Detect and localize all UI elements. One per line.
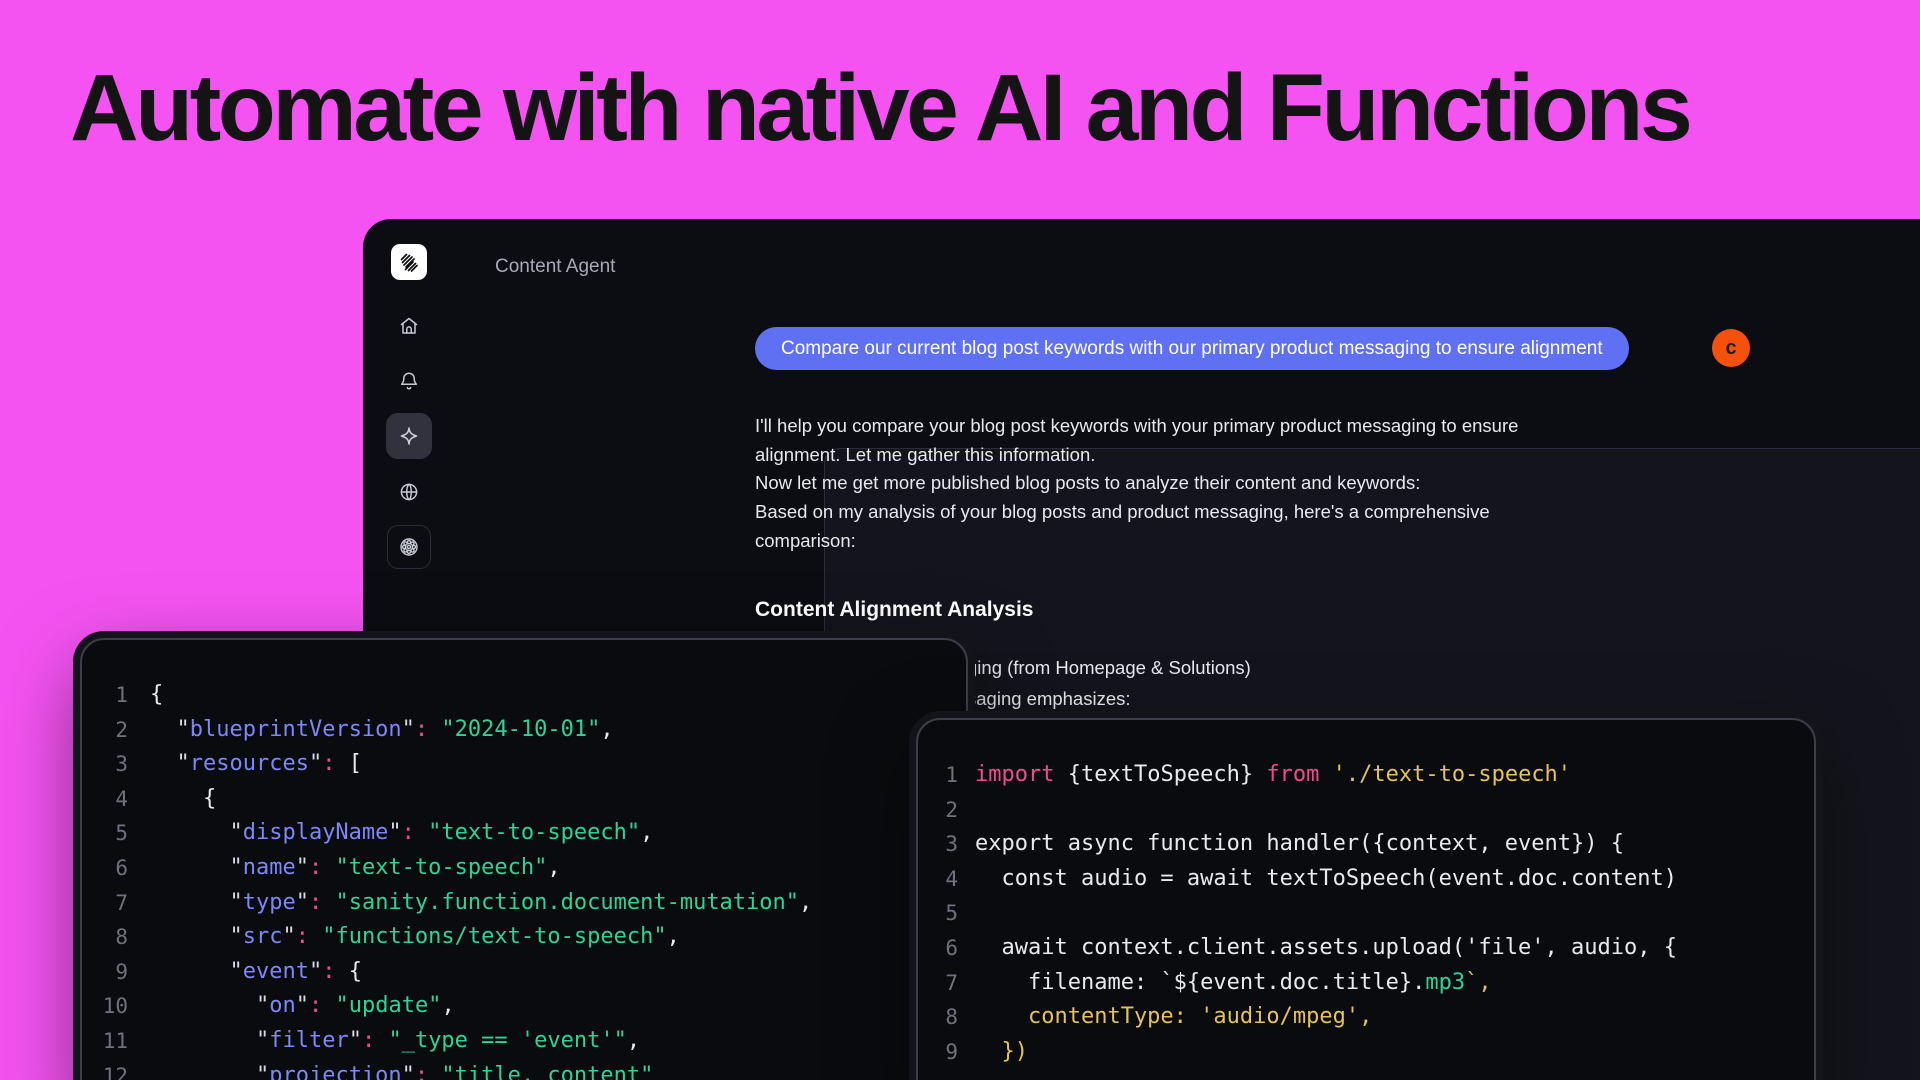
line-number: 2	[82, 713, 128, 748]
code-line: 7 filename: `${event.doc.title}.mp3`,	[918, 966, 1814, 1001]
line-number: 2	[918, 793, 958, 828]
code-text: "event": {	[150, 955, 362, 990]
code-text: "type": "sanity.function.document-mutati…	[150, 886, 812, 921]
code-text	[975, 896, 988, 931]
code-text: "displayName": "text-to-speech",	[150, 816, 653, 851]
code-line: 8 contentType: 'audio/mpeg',	[918, 1000, 1814, 1035]
line-number: 3	[82, 747, 128, 782]
line-number: 7	[82, 886, 128, 921]
user-message-text: Compare our current blog post keywords w…	[781, 338, 1603, 360]
media-reel-icon[interactable]	[387, 525, 431, 569]
bell-icon[interactable]	[386, 358, 432, 404]
line-number: 3	[918, 827, 958, 862]
line-number: 10	[82, 989, 128, 1024]
code-line: 7 "type": "sanity.function.document-muta…	[82, 886, 966, 921]
code-line: 12 "projection": "title, content"	[82, 1059, 966, 1080]
line-number: 5	[918, 896, 958, 931]
assistant-line: I'll help you compare your blog post key…	[755, 412, 1518, 441]
code-line: 10 "on": "update",	[82, 989, 966, 1024]
code-text: "filter": "_type == 'event'",	[150, 1024, 640, 1059]
code-line: 9 "event": {	[82, 955, 966, 990]
analysis-heading: Content Alignment Analysis	[755, 598, 1033, 622]
assistant-line: alignment. Let me gather this informatio…	[755, 441, 1518, 470]
user-avatar[interactable]: c	[1712, 329, 1750, 367]
clipped-text-line-2: saging emphasizes:	[967, 688, 1131, 710]
clipped-text-line-1: ging (from Homepage & Solutions)	[967, 657, 1251, 679]
code-line: 6 await context.client.assets.upload('fi…	[918, 931, 1814, 966]
code-text: "name": "text-to-speech",	[150, 851, 561, 886]
code-text: import {textToSpeech} from './text-to-sp…	[975, 758, 1571, 793]
line-number: 5	[82, 816, 128, 851]
code-line: 6 "name": "text-to-speech",	[82, 851, 966, 886]
code-line: 2	[918, 793, 1814, 828]
panel-title: Content Agent	[495, 256, 615, 278]
line-number: 12	[82, 1059, 128, 1080]
blueprint-json-editor-window: 1{2 "blueprintVersion": "2024-10-01",3 "…	[80, 638, 968, 1080]
line-number: 8	[918, 1000, 958, 1035]
assistant-line: Based on my analysis of your blog posts …	[755, 498, 1518, 527]
line-number: 11	[82, 1024, 128, 1059]
line-number: 1	[918, 758, 958, 793]
code-text: "on": "update",	[150, 989, 455, 1024]
line-number: 9	[82, 955, 128, 990]
js-code[interactable]: 1 import {textToSpeech} from './text-to-s…	[918, 758, 1814, 1069]
code-text: filename: `${event.doc.title}.mp3`,	[975, 966, 1492, 1001]
sanity-logo-icon[interactable]	[391, 244, 427, 280]
assistant-line: comparison:	[755, 527, 1518, 556]
ai-sparkle-icon[interactable]	[386, 413, 432, 459]
line-number: 8	[82, 920, 128, 955]
line-number: 9	[918, 1035, 958, 1070]
code-line: 4 const audio = await textToSpeech(event…	[918, 862, 1814, 897]
code-line: 2 "blueprintVersion": "2024-10-01",	[82, 713, 966, 748]
code-line: 8 "src": "functions/text-to-speech",	[82, 920, 966, 955]
line-number: 4	[82, 782, 128, 817]
code-text: "blueprintVersion": "2024-10-01",	[150, 713, 614, 748]
code-text: await context.client.assets.upload('file…	[975, 931, 1677, 966]
user-message-bubble: Compare our current blog post keywords w…	[755, 327, 1629, 370]
code-text: export async function handler({context, …	[975, 827, 1624, 862]
code-line: 11 "filter": "_type == 'event'",	[82, 1024, 966, 1059]
code-text: const audio = await textToSpeech(event.d…	[975, 862, 1677, 897]
function-js-editor-window: 1 import {textToSpeech} from './text-to-s…	[916, 718, 1816, 1080]
code-line: 5 "displayName": "text-to-speech",	[82, 816, 966, 851]
code-text: "src": "functions/text-to-speech",	[150, 920, 680, 955]
line-number: 1	[82, 678, 128, 713]
code-line: 1{	[82, 678, 966, 713]
code-line: 1 import {textToSpeech} from './text-to-s…	[918, 758, 1814, 793]
home-icon[interactable]	[386, 303, 432, 349]
line-number: 4	[918, 862, 958, 897]
code-line: 4 {	[82, 782, 966, 817]
code-line: 3 "resources": [	[82, 747, 966, 782]
code-line: 9 })	[918, 1035, 1814, 1070]
code-text	[975, 793, 988, 828]
line-number: 6	[82, 851, 128, 886]
assistant-line: Now let me get more published blog posts…	[755, 469, 1518, 498]
line-number: 6	[918, 931, 958, 966]
code-line: 3 export async function handler({context,…	[918, 827, 1814, 862]
code-text: {	[150, 782, 216, 817]
code-text: contentType: 'audio/mpeg',	[975, 1000, 1372, 1035]
code-text: {	[150, 678, 163, 713]
code-line: 5	[918, 896, 1814, 931]
globe-icon[interactable]	[386, 469, 432, 515]
assistant-message: I'll help you compare your blog post key…	[755, 412, 1518, 556]
code-text: "projection": "title, content"	[150, 1059, 653, 1080]
line-number: 7	[918, 966, 958, 1001]
code-text: })	[975, 1035, 1028, 1070]
code-text: "resources": [	[150, 747, 362, 782]
json-code[interactable]: 1{2 "blueprintVersion": "2024-10-01",3 "…	[82, 678, 966, 1080]
hero-title: Automate with native AI and Functions	[70, 55, 1689, 161]
